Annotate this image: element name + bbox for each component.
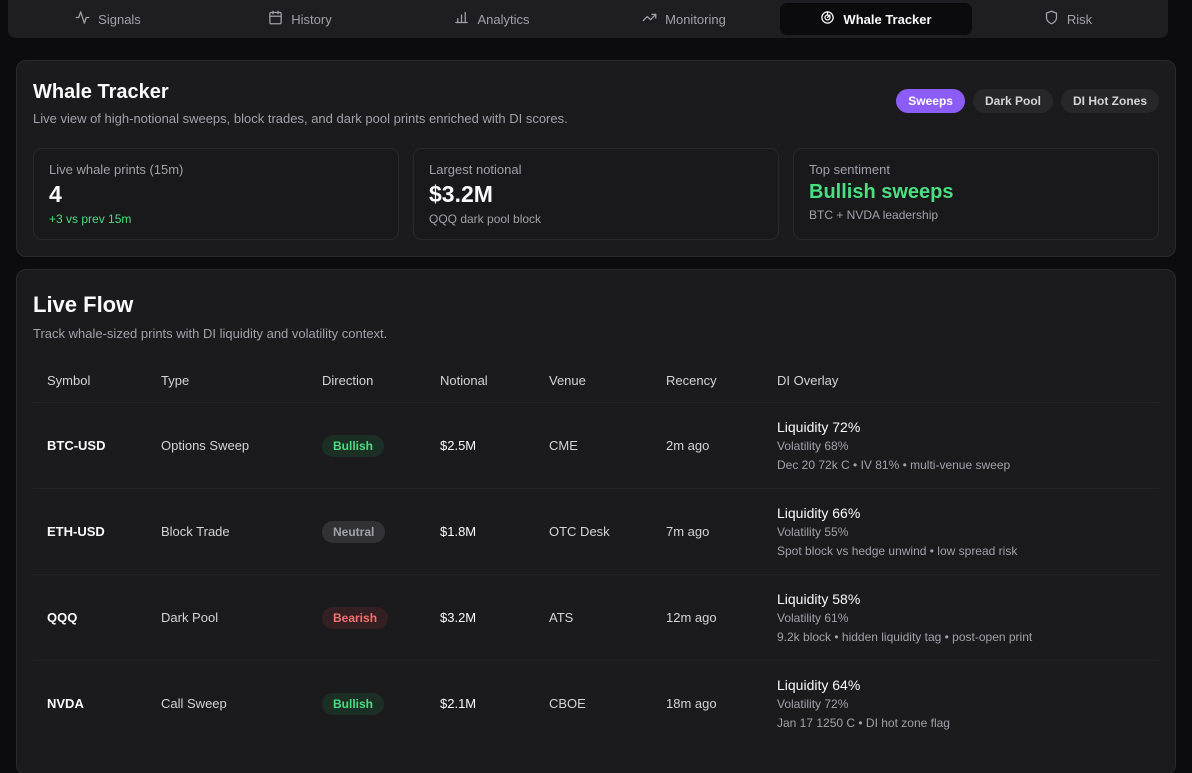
type-cell: Options Sweep bbox=[161, 438, 322, 453]
page-title: Whale Tracker bbox=[33, 81, 568, 104]
nav-item-label: Monitoring bbox=[665, 12, 726, 27]
liquidity-value: Liquidity 72% bbox=[777, 419, 1145, 435]
column-header-symbol: Symbol bbox=[47, 373, 161, 388]
di-overlay-cell: Liquidity 64% Volatility 72% Jan 17 1250… bbox=[777, 661, 1145, 746]
stat-subtext: +3 vs prev 15m bbox=[49, 212, 383, 226]
live-flow-table: Symbol Type Direction Notional Venue Rec… bbox=[33, 367, 1159, 746]
nav-item-signals[interactable]: Signals bbox=[12, 3, 204, 35]
stat-value: Bullish sweeps bbox=[809, 181, 1143, 204]
trending-up-icon bbox=[642, 10, 657, 28]
direction-badge: Bullish bbox=[322, 435, 384, 457]
column-header-di-overlay: DI Overlay bbox=[777, 373, 1145, 388]
radar-icon bbox=[820, 10, 835, 28]
notional-cell: $2.5M bbox=[440, 438, 549, 453]
table-row[interactable]: ETH-USD Block Trade Neutral $1.8M OTC De… bbox=[33, 489, 1159, 575]
calendar-icon bbox=[268, 10, 283, 28]
symbol-cell: ETH-USD bbox=[47, 524, 161, 539]
nav-item-history[interactable]: History bbox=[204, 3, 396, 35]
filter-pill-dark-pool[interactable]: Dark Pool bbox=[973, 89, 1053, 113]
stat-label: Largest notional bbox=[429, 162, 763, 177]
recency-cell: 2m ago bbox=[666, 438, 777, 453]
table-header-row: Symbol Type Direction Notional Venue Rec… bbox=[33, 367, 1159, 403]
recency-cell: 12m ago bbox=[666, 610, 777, 625]
nav-item-risk[interactable]: Risk bbox=[972, 3, 1164, 35]
liquidity-value: Liquidity 58% bbox=[777, 591, 1145, 607]
type-cell: Block Trade bbox=[161, 524, 322, 539]
di-overlay-cell: Liquidity 58% Volatility 61% 9.2k block … bbox=[777, 575, 1145, 660]
venue-cell: OTC Desk bbox=[549, 524, 666, 539]
volatility-value: Volatility 68% bbox=[777, 439, 1145, 453]
nav-item-label: Signals bbox=[98, 12, 141, 27]
type-cell: Call Sweep bbox=[161, 696, 322, 711]
symbol-cell: BTC-USD bbox=[47, 438, 161, 453]
stat-subtext: QQQ dark pool block bbox=[429, 212, 763, 226]
nav-item-label: Risk bbox=[1067, 12, 1092, 27]
shield-icon bbox=[1044, 10, 1059, 28]
recency-cell: 7m ago bbox=[666, 524, 777, 539]
column-header-notional: Notional bbox=[440, 373, 549, 388]
nav-item-whale-tracker[interactable]: Whale Tracker bbox=[780, 3, 972, 35]
live-flow-card: Live Flow Track whale-sized prints with … bbox=[16, 269, 1176, 773]
stat-card-top-sentiment: Top sentiment Bullish sweeps BTC + NVDA … bbox=[793, 148, 1159, 240]
di-overlay-cell: Liquidity 66% Volatility 55% Spot block … bbox=[777, 489, 1145, 574]
stat-card-row: Live whale prints (15m) 4 +3 vs prev 15m… bbox=[33, 148, 1159, 240]
column-header-type: Type bbox=[161, 373, 322, 388]
whale-tracker-summary-card: Whale Tracker Live view of high-notional… bbox=[16, 60, 1176, 257]
venue-cell: ATS bbox=[549, 610, 666, 625]
direction-badge: Bearish bbox=[322, 607, 388, 629]
stat-label: Live whale prints (15m) bbox=[49, 162, 383, 177]
stat-card-live-whale-prints: Live whale prints (15m) 4 +3 vs prev 15m bbox=[33, 148, 399, 240]
venue-cell: CBOE bbox=[549, 696, 666, 711]
top-nav: Signals History Analytics Monitoring Wha… bbox=[8, 0, 1168, 38]
symbol-cell: QQQ bbox=[47, 610, 161, 625]
notional-cell: $3.2M bbox=[440, 610, 549, 625]
overlay-detail: Spot block vs hedge unwind • low spread … bbox=[777, 544, 1145, 558]
direction-badge: Bullish bbox=[322, 693, 384, 715]
nav-item-monitoring[interactable]: Monitoring bbox=[588, 3, 780, 35]
column-header-direction: Direction bbox=[322, 373, 440, 388]
live-flow-title: Live Flow bbox=[33, 292, 1159, 318]
activity-icon bbox=[75, 10, 90, 28]
live-flow-subtitle: Track whale-sized prints with DI liquidi… bbox=[33, 326, 1159, 341]
stat-subtext: BTC + NVDA leadership bbox=[809, 208, 1143, 222]
recency-cell: 18m ago bbox=[666, 696, 777, 711]
bar-chart-icon bbox=[454, 10, 469, 28]
symbol-cell: NVDA bbox=[47, 696, 161, 711]
overlay-detail: Jan 17 1250 C • DI hot zone flag bbox=[777, 716, 1145, 730]
page-subtitle: Live view of high-notional sweeps, block… bbox=[33, 111, 568, 126]
volatility-value: Volatility 61% bbox=[777, 611, 1145, 625]
stat-label: Top sentiment bbox=[809, 162, 1143, 177]
overlay-detail: 9.2k block • hidden liquidity tag • post… bbox=[777, 630, 1145, 644]
nav-item-label: Analytics bbox=[477, 12, 529, 27]
volatility-value: Volatility 55% bbox=[777, 525, 1145, 539]
column-header-recency: Recency bbox=[666, 373, 777, 388]
nav-item-label: Whale Tracker bbox=[843, 12, 931, 27]
table-row[interactable]: BTC-USD Options Sweep Bullish $2.5M CME … bbox=[33, 403, 1159, 489]
direction-badge: Neutral bbox=[322, 521, 385, 543]
filter-pill-sweeps[interactable]: Sweeps bbox=[896, 89, 965, 113]
stat-value: 4 bbox=[49, 181, 383, 208]
filter-pill-di-hot-zones[interactable]: DI Hot Zones bbox=[1061, 89, 1159, 113]
liquidity-value: Liquidity 64% bbox=[777, 677, 1145, 693]
type-cell: Dark Pool bbox=[161, 610, 322, 625]
main-content: Whale Tracker Live view of high-notional… bbox=[0, 38, 1192, 773]
table-row[interactable]: QQQ Dark Pool Bearish $3.2M ATS 12m ago … bbox=[33, 575, 1159, 661]
venue-cell: CME bbox=[549, 438, 666, 453]
stat-card-largest-notional: Largest notional $3.2M QQQ dark pool blo… bbox=[413, 148, 779, 240]
overlay-detail: Dec 20 72k C • IV 81% • multi-venue swee… bbox=[777, 458, 1145, 472]
notional-cell: $2.1M bbox=[440, 696, 549, 711]
di-overlay-cell: Liquidity 72% Volatility 68% Dec 20 72k … bbox=[777, 403, 1145, 488]
filter-pill-group: Sweeps Dark Pool DI Hot Zones bbox=[896, 89, 1159, 113]
nav-item-label: History bbox=[291, 12, 331, 27]
stat-value: $3.2M bbox=[429, 181, 763, 208]
volatility-value: Volatility 72% bbox=[777, 697, 1145, 711]
nav-item-analytics[interactable]: Analytics bbox=[396, 3, 588, 35]
liquidity-value: Liquidity 66% bbox=[777, 505, 1145, 521]
notional-cell: $1.8M bbox=[440, 524, 549, 539]
column-header-venue: Venue bbox=[549, 373, 666, 388]
table-row[interactable]: NVDA Call Sweep Bullish $2.1M CBOE 18m a… bbox=[33, 661, 1159, 746]
